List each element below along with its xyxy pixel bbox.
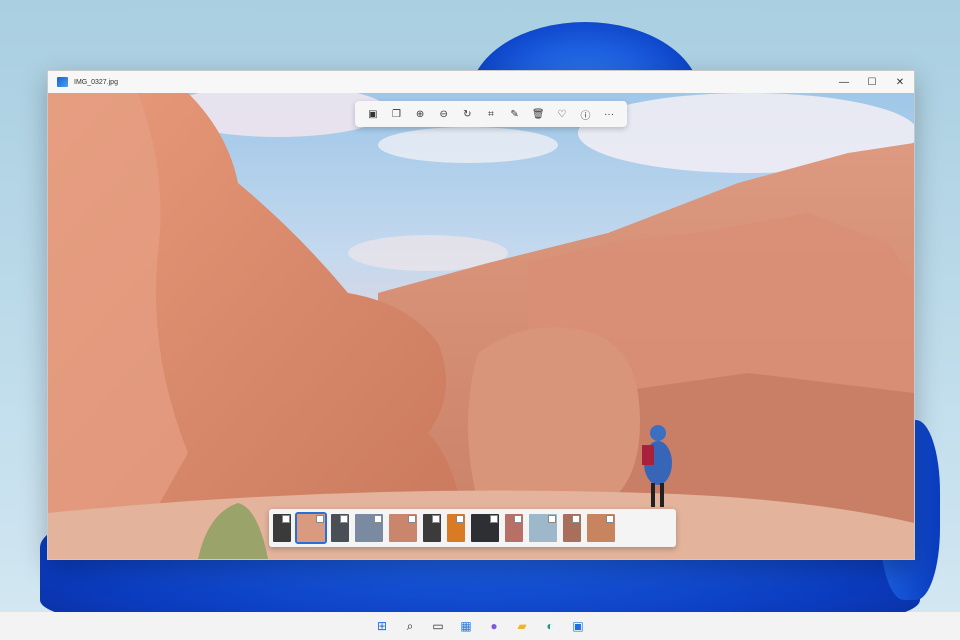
- task-view-icon[interactable]: ▭: [429, 617, 447, 635]
- filmstrip[interactable]: [269, 509, 676, 547]
- window-title: IMG_0327.jpg: [74, 78, 118, 86]
- select-checkbox[interactable]: [514, 515, 522, 523]
- select-checkbox[interactable]: [606, 515, 614, 523]
- select-checkbox[interactable]: [340, 515, 348, 523]
- filmstrip-thumbnail[interactable]: [389, 514, 417, 542]
- maximize-button[interactable]: ☐: [858, 71, 886, 93]
- rotate-icon: ↻: [463, 108, 472, 120]
- zoom-out-button[interactable]: ⊖: [435, 105, 453, 123]
- photos-app-icon: [57, 77, 68, 87]
- crop-icon: ⌗: [488, 108, 494, 120]
- select-checkbox[interactable]: [374, 515, 382, 523]
- filmstrip-thumbnail[interactable]: [355, 514, 383, 542]
- photos-window[interactable]: IMG_0327.jpg — ☐ ✕ ▣ ❐ ⊕ ⊖ ↻ ⌗ ✎ 🗑 ♡ ⓘ ·…: [47, 70, 915, 560]
- photo-image: [48, 93, 914, 559]
- crop-button[interactable]: ⌗: [482, 105, 500, 123]
- rotate-button[interactable]: ↻: [458, 105, 476, 123]
- more-icon: ···: [604, 108, 615, 120]
- copy-icon: ❐: [391, 108, 401, 120]
- filmstrip-thumbnail[interactable]: [563, 514, 581, 542]
- zoom-in-button[interactable]: ⊕: [411, 105, 429, 123]
- close-button[interactable]: ✕: [886, 71, 914, 93]
- filmstrip-thumbnail[interactable]: [295, 512, 327, 544]
- select-checkbox[interactable]: [316, 515, 324, 523]
- info-button[interactable]: ⓘ: [576, 105, 594, 123]
- filmstrip-thumbnail[interactable]: [505, 514, 523, 542]
- pen-icon: ✎: [510, 108, 519, 120]
- start-icon[interactable]: ⊞: [373, 617, 391, 635]
- trash-icon: 🗑: [531, 108, 545, 120]
- copy-button[interactable]: ❐: [387, 105, 405, 123]
- filmstrip-thumbnail[interactable]: [331, 514, 349, 542]
- zoom-in-icon: ⊕: [415, 108, 425, 120]
- minimize-button[interactable]: —: [830, 71, 858, 93]
- photo-canvas[interactable]: ▣ ❐ ⊕ ⊖ ↻ ⌗ ✎ 🗑 ♡ ⓘ ···: [48, 93, 914, 559]
- select-checkbox[interactable]: [456, 515, 464, 523]
- favorite-button[interactable]: ♡: [553, 105, 571, 123]
- info-icon: ⓘ: [580, 110, 591, 122]
- select-checkbox[interactable]: [408, 515, 416, 523]
- file-explorer-icon[interactable]: ▰: [513, 617, 531, 635]
- select-checkbox[interactable]: [572, 515, 580, 523]
- widgets-icon[interactable]: ▦: [457, 617, 475, 635]
- view-actual-size-button[interactable]: ▣: [364, 105, 382, 123]
- chat-icon[interactable]: ●: [485, 617, 503, 635]
- filmstrip-thumbnail[interactable]: [273, 514, 291, 542]
- more-button[interactable]: ···: [600, 105, 618, 123]
- taskbar: ⊞ ⌕ ▭ ▦ ● ▰ ◐ ▣: [0, 612, 960, 640]
- heart-icon: ♡: [557, 108, 567, 120]
- filmstrip-thumbnail[interactable]: [471, 514, 499, 542]
- filmstrip-thumbnail[interactable]: [447, 514, 465, 542]
- image-toolbar: ▣ ❐ ⊕ ⊖ ↻ ⌗ ✎ 🗑 ♡ ⓘ ···: [355, 101, 627, 127]
- delete-button[interactable]: 🗑: [529, 105, 547, 123]
- select-checkbox[interactable]: [432, 515, 440, 523]
- title-bar[interactable]: IMG_0327.jpg — ☐ ✕: [48, 71, 914, 93]
- select-checkbox[interactable]: [548, 515, 556, 523]
- select-checkbox[interactable]: [490, 515, 498, 523]
- filmstrip-thumbnail[interactable]: [587, 514, 615, 542]
- photos-icon[interactable]: ▣: [569, 617, 587, 635]
- filmstrip-thumbnail[interactable]: [423, 514, 441, 542]
- frame-icon: ▣: [368, 108, 378, 120]
- edit-button[interactable]: ✎: [506, 105, 524, 123]
- select-checkbox[interactable]: [282, 515, 290, 523]
- zoom-out-icon: ⊖: [439, 108, 448, 120]
- edge-icon[interactable]: ◐: [541, 617, 559, 635]
- search-icon[interactable]: ⌕: [401, 617, 419, 635]
- filmstrip-thumbnail[interactable]: [529, 514, 557, 542]
